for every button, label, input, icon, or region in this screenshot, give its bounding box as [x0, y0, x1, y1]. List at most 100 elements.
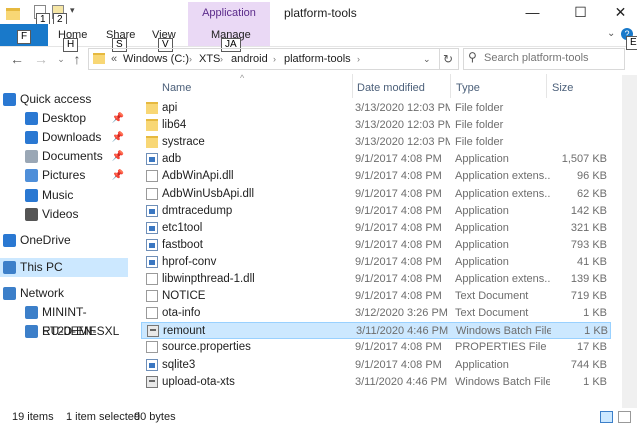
file-name: source.properties	[162, 341, 251, 354]
sidebar-item[interactable]: Pictures 📌	[0, 166, 128, 185]
batch-file-icon	[147, 325, 159, 338]
file-type: Application	[455, 255, 509, 268]
file-name: remount	[163, 325, 206, 338]
folder-icon	[6, 8, 20, 20]
back-button[interactable]: ←	[8, 50, 26, 68]
file-type: Application	[455, 153, 509, 166]
search-box[interactable]: ⚲	[463, 48, 625, 70]
sidebar-item[interactable]: OneDrive	[0, 231, 128, 250]
application-icon	[146, 358, 158, 371]
sidebar-item-label: Network	[20, 286, 65, 300]
sidebar-item-label: Music	[42, 188, 74, 202]
download-icon	[25, 131, 38, 144]
file-row[interactable]: NOTICE 9/1/2017 4:08 PM Text Document 719 K…	[141, 288, 611, 305]
forward-button[interactable]: →	[32, 50, 50, 68]
maximize-button[interactable]: ☐	[558, 0, 603, 24]
file-type: Application	[455, 221, 509, 234]
close-button[interactable]: ✕	[604, 0, 637, 24]
sidebar-item[interactable]: Documents 📌	[0, 147, 128, 166]
sidebar-item[interactable]: MININT-ET20EME	[0, 303, 128, 338]
file-row[interactable]: lib64 3/13/2020 12:03 PM File folder	[141, 117, 611, 134]
address-bar[interactable]: « Windows (C:) › XTS › android › platfor…	[88, 48, 440, 70]
file-type: Windows Batch File	[456, 325, 551, 338]
navigation-pane: Quick access Desktop 📌 Downloads 📌 Documents 📌…	[0, 88, 130, 406]
file-tab[interactable]: F	[0, 24, 48, 46]
chevron-right-icon[interactable]: ›	[357, 51, 360, 67]
file-row[interactable]: adb 9/1/2017 4:08 PM Application 1,507 KB	[141, 151, 611, 168]
file-row[interactable]: AdbWinUsbApi.dll 9/1/2017 4:08 PM Applicat…	[141, 186, 611, 203]
file-row[interactable]: source.properties 9/1/2017 4:08 PM PROPERT…	[141, 339, 611, 356]
details-view-icon[interactable]	[600, 411, 613, 423]
file-row[interactable]: fastboot 9/1/2017 4:08 PM Application 793 K…	[141, 237, 611, 254]
file-size: 1 KB	[584, 325, 608, 338]
scrollbar[interactable]	[622, 75, 637, 408]
chevron-right-icon[interactable]: ›	[273, 51, 276, 67]
pin-icon: 📌	[111, 170, 124, 181]
up-button[interactable]: ↑	[68, 50, 86, 68]
sidebar-item[interactable]: RU-D-EN-SXL	[0, 322, 128, 341]
file-size: 321 KB	[570, 221, 607, 234]
column-header-type[interactable]: Type	[456, 81, 480, 95]
file-row[interactable]: api 3/13/2020 12:03 PM File folder	[141, 100, 611, 117]
file-row[interactable]: remount 3/11/2020 4:46 PM Windows Batch Fi…	[141, 322, 611, 340]
file-date: 9/1/2017 4:08 PM	[355, 255, 442, 268]
file-name: AdbWinApi.dll	[162, 170, 234, 183]
file-name: systrace	[162, 136, 205, 149]
minimize-button[interactable]: —	[510, 0, 555, 24]
file-row[interactable]: dmtracedump 9/1/2017 4:08 PM Application 14…	[141, 203, 611, 220]
file-size: 17 KB	[577, 341, 607, 354]
chevron-right-icon[interactable]: ›	[189, 51, 192, 67]
application-icon	[146, 238, 158, 251]
breadcrumb-windows[interactable]: Windows (C:)	[123, 51, 189, 67]
sidebar-item[interactable]: Network	[0, 284, 128, 303]
file-size: 142 KB	[570, 204, 607, 217]
column-header-name[interactable]: Name	[162, 81, 191, 95]
column-header-date[interactable]: Date modified	[357, 81, 425, 95]
breadcrumb-android[interactable]: android	[231, 51, 268, 67]
column-header-size[interactable]: Size	[552, 81, 573, 95]
column-divider[interactable]	[546, 74, 547, 98]
file-row[interactable]: upload-ota-xts 3/11/2020 4:46 PM Windows B…	[141, 374, 611, 391]
file-size	[551, 134, 607, 151]
file-row[interactable]: sqlite3 9/1/2017 4:08 PM Application 744 KB	[141, 357, 611, 374]
chevron-down-icon[interactable]: ⌄	[607, 28, 615, 39]
file-size: 1 KB	[583, 307, 607, 320]
file-name: AdbWinUsbApi.dll	[162, 187, 255, 200]
sidebar-item[interactable]: This PC	[0, 258, 128, 277]
search-icon: ⚲	[468, 50, 477, 64]
overflow-chevron[interactable]: «	[111, 51, 117, 67]
sidebar-item[interactable]: Desktop 📌	[0, 109, 128, 128]
breadcrumb-xts[interactable]: XTS	[199, 51, 220, 67]
sidebar-item[interactable]: Music	[0, 186, 128, 205]
sidebar-item[interactable]: Downloads 📌	[0, 128, 128, 147]
file-row[interactable]: etc1tool 9/1/2017 4:08 PM Application 321 K…	[141, 220, 611, 237]
large-icons-view-icon[interactable]	[618, 411, 631, 423]
document-icon	[146, 290, 158, 303]
column-divider[interactable]	[450, 74, 451, 98]
application-icon	[146, 255, 158, 268]
address-dropdown-icon[interactable]: ⌄	[423, 51, 431, 67]
breadcrumb-platform-tools[interactable]: platform-tools	[284, 51, 351, 67]
star-icon	[3, 93, 16, 106]
file-type: Application	[455, 204, 509, 217]
search-input[interactable]	[484, 50, 618, 66]
context-tab-label: Application Tools	[188, 2, 270, 41]
file-row[interactable]: systrace 3/13/2020 12:03 PM File folder	[141, 134, 611, 151]
sidebar-item[interactable]: Quick access	[0, 90, 128, 109]
sidebar-item-label: Pictures	[42, 168, 86, 182]
file-row[interactable]: AdbWinApi.dll 9/1/2017 4:08 PM Application…	[141, 168, 611, 185]
refresh-button[interactable]: ↻	[438, 48, 459, 70]
file-size: 1,507 KB	[561, 153, 607, 166]
chevron-right-icon[interactable]: ›	[220, 51, 223, 67]
file-date: 9/1/2017 4:08 PM	[355, 153, 442, 166]
folder-icon	[146, 119, 158, 132]
file-name: api	[162, 102, 178, 114]
column-divider[interactable]	[352, 74, 353, 98]
file-type: PROPERTIES File	[455, 341, 547, 354]
sidebar-item-label: This PC	[20, 260, 63, 274]
customize-toolbar-icon[interactable]: ▾	[70, 5, 75, 16]
file-row[interactable]: libwinpthread-1.dll 9/1/2017 4:08 PM Appli…	[141, 271, 611, 288]
file-row[interactable]: hprof-conv 9/1/2017 4:08 PM Application 41 …	[141, 254, 611, 271]
file-row[interactable]: ota-info 3/12/2020 3:26 PM Text Document 1 …	[141, 305, 611, 322]
sidebar-item[interactable]: Videos	[0, 205, 128, 224]
